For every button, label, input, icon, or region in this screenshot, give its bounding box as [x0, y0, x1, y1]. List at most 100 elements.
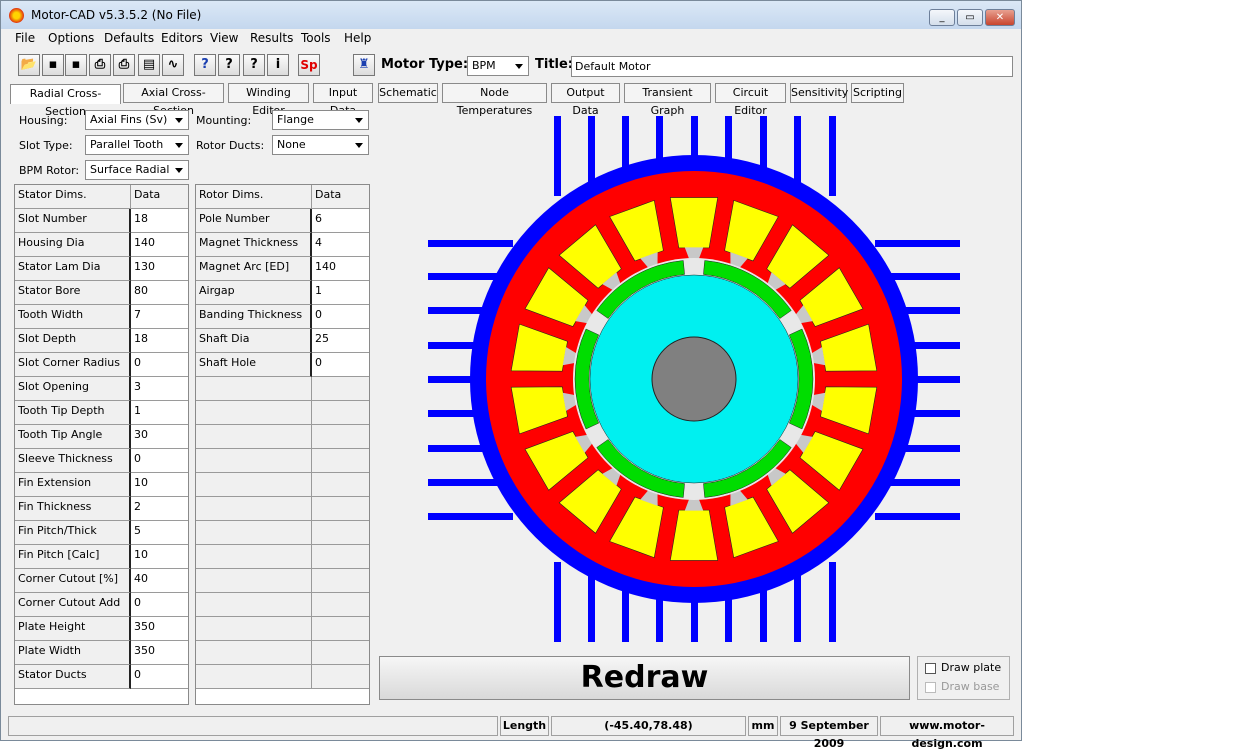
dimension-label: Corner Cutout Add	[15, 593, 131, 617]
menu-view[interactable]: View	[210, 31, 238, 45]
menu-help[interactable]: Help	[344, 31, 371, 45]
dimension-value[interactable]: 25	[312, 329, 369, 353]
column-header-data: Data	[131, 185, 188, 209]
dimension-value[interactable]: 0	[131, 665, 188, 689]
print-icon[interactable]: ⎙	[89, 54, 111, 76]
table-row: Stator Lam Dia 130	[15, 257, 188, 281]
table-row	[196, 569, 369, 593]
dimension-value[interactable]: 10	[131, 473, 188, 497]
tab-input-data[interactable]: Input Data	[313, 83, 373, 117]
bpm-rotor-select[interactable]: Surface Radial	[85, 160, 189, 180]
radial-cross-section-canvas[interactable]	[379, 109, 1017, 651]
table-row: Banding Thickness 0	[196, 305, 369, 329]
table-row	[196, 545, 369, 569]
dimension-value[interactable]: 7	[131, 305, 188, 329]
empty-cell	[312, 665, 369, 689]
tab-winding-editor[interactable]: Winding Editor	[228, 83, 309, 117]
mounting-select[interactable]: Flange	[272, 110, 369, 130]
table-row	[196, 425, 369, 449]
dimension-value[interactable]: 80	[131, 281, 188, 305]
dimension-value[interactable]: 18	[131, 329, 188, 353]
dimension-value[interactable]: 18	[131, 209, 188, 233]
info-icon[interactable]: i	[267, 54, 289, 76]
dimension-value[interactable]: 350	[131, 617, 188, 641]
maximize-button[interactable]: ▭	[957, 9, 983, 26]
save-as-icon[interactable]: ▪	[65, 54, 87, 76]
close-button[interactable]: ✕	[985, 9, 1015, 26]
main-window: Motor-CAD v5.3.5.2 (No File) _ ▭ ✕ File …	[0, 0, 1022, 750]
tab-sensitivity[interactable]: Sensitivity	[790, 83, 848, 103]
tab-output-data[interactable]: Output Data	[551, 83, 620, 117]
dimension-value[interactable]: 30	[131, 425, 188, 449]
menu-editors[interactable]: Editors	[161, 31, 203, 45]
dimension-value[interactable]: 0	[131, 593, 188, 617]
housing-select[interactable]: Axial Fins (Sv)	[85, 110, 189, 130]
dimension-value[interactable]: 0	[131, 449, 188, 473]
save-icon[interactable]: ▪	[42, 54, 64, 76]
menu-tools[interactable]: Tools	[301, 31, 331, 45]
draw-base-checkbox[interactable]	[925, 682, 936, 693]
dimension-value[interactable]: 4	[312, 233, 369, 257]
title-input[interactable]: Default Motor	[571, 56, 1013, 77]
table-row: Tooth Tip Angle 30	[15, 425, 188, 449]
draw-plate-checkbox[interactable]	[925, 663, 936, 674]
dimension-value[interactable]: 5	[131, 521, 188, 545]
menu-file[interactable]: File	[15, 31, 35, 45]
slot-type-select[interactable]: Parallel Tooth	[85, 135, 189, 155]
cooling-fin	[554, 562, 561, 642]
table-row	[196, 449, 369, 473]
minimize-button[interactable]: _	[929, 9, 955, 26]
tab-circuit-editor[interactable]: Circuit Editor	[715, 83, 786, 117]
rotor-ducts-select[interactable]: None	[272, 135, 369, 155]
motor-type-icon[interactable]: ♜	[353, 54, 375, 76]
dimension-value[interactable]: 0	[131, 353, 188, 377]
sp-button[interactable]: Sp	[298, 54, 320, 76]
dimension-value[interactable]: 6	[312, 209, 369, 233]
table-row: Fin Thickness 2	[15, 497, 188, 521]
open-folder-icon[interactable]: 📂	[18, 54, 40, 76]
dimension-value[interactable]: 1	[131, 401, 188, 425]
stator-dims-table: Stator Dims. Data Slot Number 18 Housing Dia…	[14, 184, 189, 705]
table-row: Tooth Tip Depth 1	[15, 401, 188, 425]
housing-label: Housing:	[19, 114, 68, 127]
empty-cell	[312, 593, 369, 617]
help-icon[interactable]: ?	[194, 54, 216, 76]
tab-axial-cross-section[interactable]: Axial Cross-Section	[123, 83, 224, 117]
dimension-value[interactable]: 3	[131, 377, 188, 401]
dimension-value[interactable]: 130	[131, 257, 188, 281]
empty-cell	[312, 617, 369, 641]
motor-type-select[interactable]: BPM	[467, 56, 529, 76]
dimension-value[interactable]: 350	[131, 641, 188, 665]
tab-radial-cross-section[interactable]: Radial Cross-Section	[10, 84, 121, 118]
rotor-ducts-value: None	[277, 138, 306, 151]
export-icon[interactable]: ▤	[138, 54, 160, 76]
menu-options[interactable]: Options	[48, 31, 94, 45]
empty-cell	[312, 521, 369, 545]
table-row	[196, 617, 369, 641]
dimension-value[interactable]: 140	[312, 257, 369, 281]
context-help-icon[interactable]: ?	[243, 54, 265, 76]
tab-scripting[interactable]: Scripting	[851, 83, 904, 103]
whats-this-icon[interactable]: ?	[218, 54, 240, 76]
empty-cell	[196, 665, 312, 689]
tab-transient-graph[interactable]: Transient Graph	[624, 83, 711, 117]
dimension-value[interactable]: 140	[131, 233, 188, 257]
menu-results[interactable]: Results	[250, 31, 293, 45]
dimension-value[interactable]: 40	[131, 569, 188, 593]
mounting-value: Flange	[277, 113, 314, 126]
rotor-header-row: Rotor Dims. Data	[196, 185, 369, 209]
print-setup-icon[interactable]: ⎙	[113, 54, 135, 76]
dimension-value[interactable]: 2	[131, 497, 188, 521]
redraw-button[interactable]: Redraw	[379, 656, 910, 700]
table-row: Plate Height 350	[15, 617, 188, 641]
tab-node-temperatures[interactable]: Node Temperatures	[442, 83, 547, 117]
dimension-value[interactable]: 0	[312, 305, 369, 329]
dimension-label: Stator Bore	[15, 281, 131, 305]
graph-icon[interactable]: ∿	[162, 54, 184, 76]
dimension-value[interactable]: 1	[312, 281, 369, 305]
dimension-value[interactable]: 10	[131, 545, 188, 569]
tab-schematic[interactable]: Schematic	[378, 83, 438, 103]
cooling-fin	[829, 562, 836, 642]
dimension-value[interactable]: 0	[312, 353, 369, 377]
menu-defaults[interactable]: Defaults	[104, 31, 154, 45]
